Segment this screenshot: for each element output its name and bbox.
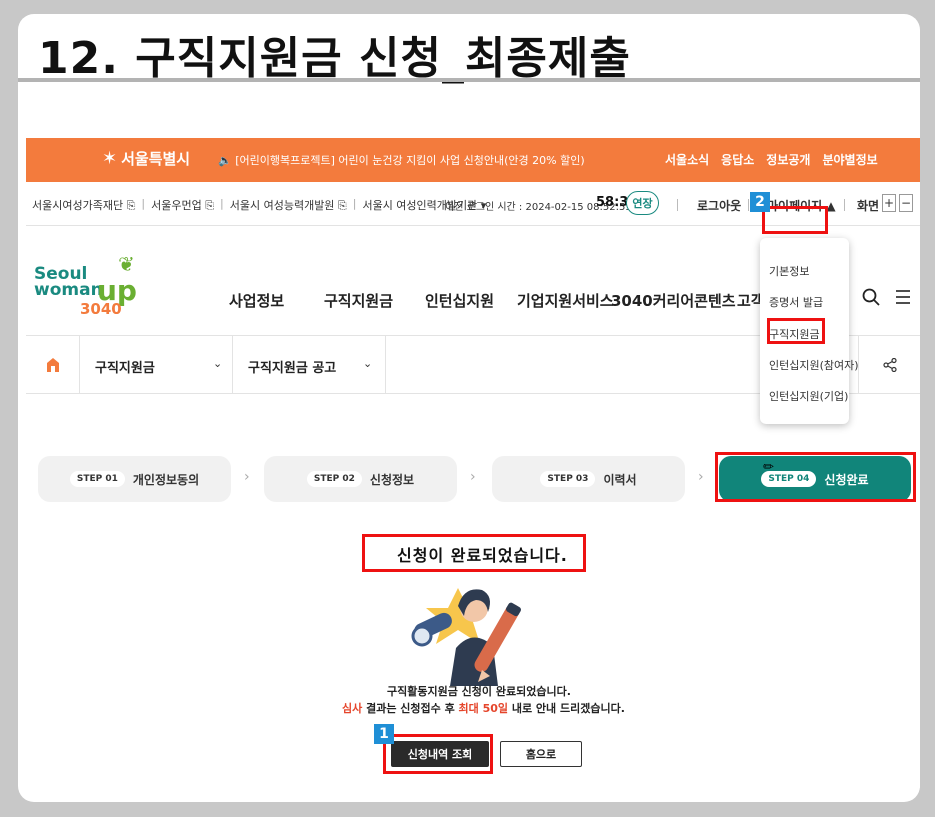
zoom-out-button[interactable]: − [899, 194, 913, 212]
breadcrumb-home[interactable] [26, 336, 80, 394]
nav-item-customer[interactable]: 고객지 [737, 290, 761, 311]
mypage-menu-button[interactable]: 마이페이지 ▲ [767, 197, 836, 214]
completion-message: 신청이 완료되었습니다. [397, 546, 568, 565]
slide-title: 12. 구직지원금 신청_최종제출 [38, 33, 631, 84]
utility-bar: 서울시여성가족재단 ⎘ | 서울우먼업 ⎘ | 서울시 여성능력개발원 ⎘ | … [26, 182, 920, 226]
info-text: 내로 안내 드리겠습니다. [508, 702, 625, 715]
search-icon[interactable] [862, 288, 880, 306]
seoul-symbol-icon: ✶ [102, 148, 118, 169]
top-link-fields[interactable]: 분야별정보 [822, 151, 877, 168]
zoom-in-button[interactable]: + [882, 194, 896, 212]
related-sites: 서울시여성가족재단 ⎘ | 서울우먼업 ⎘ | 서울시 여성능력개발원 ⎘ | … [32, 197, 486, 213]
step-1: STEP 01 개인정보동의 [38, 456, 231, 502]
top-link-eungdapso[interactable]: 응답소 [721, 151, 754, 168]
separator: | [141, 197, 146, 210]
mypage-dropdown: 기본정보 증명서 발급 구직지원금 인턴십지원(참여자) 인턴십지원(기업) [760, 238, 859, 424]
pencil-icon: ✏ [763, 460, 774, 475]
info-line-1: 구직활동지원금 신청이 완료되었습니다. [387, 685, 571, 698]
breadcrumb-level2-label: 구직지원금 공고 [248, 361, 337, 376]
info-line-2: 심사 결과는 신청접수 후 최대 50일 내로 안내 드리겠습니다. [342, 700, 625, 716]
breadcrumb-level1-label: 구직지원금 [95, 361, 155, 376]
dropdown-item-certificate[interactable]: 증명서 발급 [769, 294, 823, 310]
seoul-city-label: 서울특별시 [121, 150, 191, 168]
dropdown-item-intern-company[interactable]: 인턴십지원(기업) [769, 388, 848, 404]
seoul-woman-up-logo[interactable]: ❦ Seoul woman up 3040 [34, 252, 144, 326]
chevron-down-icon: ⌄ [363, 357, 373, 370]
top-link-news[interactable]: 서울소식 [665, 151, 709, 168]
dropdown-item-job-support[interactable]: 구직지원금 [769, 326, 820, 342]
logout-link[interactable]: 로그아웃 [697, 197, 741, 214]
zoom-label: 화면 [857, 199, 880, 213]
nav-item-job-support[interactable]: 구직지원금 [324, 290, 393, 311]
home-icon [46, 358, 59, 372]
step-4-label: 신청완료 [824, 472, 869, 487]
go-home-button[interactable]: 홈으로 [500, 741, 582, 767]
step-marker-2: 2 [750, 192, 770, 212]
info-highlight-days: 최대 50일 [458, 702, 509, 715]
nav-item-internship[interactable]: 인턴십지원 [425, 290, 494, 311]
info-highlight-review: 심사 [342, 702, 363, 715]
view-application-history-button[interactable]: 신청내역 조회 [391, 741, 489, 767]
step-2-badge: STEP 02 [306, 471, 362, 487]
step-4-active: ✏ STEP 04 신청완료 [719, 456, 911, 502]
step-3-label: 이력서 [603, 472, 637, 487]
divider [677, 199, 678, 211]
share-icon [882, 358, 897, 372]
divider [844, 199, 845, 211]
website-screenshot: ✶ 서울특별시 🔈 [어린이행복프로젝트] 어린이 눈건강 지킴이 사업 신청안… [26, 138, 920, 788]
dropdown-item-basic-info[interactable]: 기본정보 [769, 263, 809, 279]
step-3-badge: STEP 03 [540, 471, 596, 487]
separator: | [220, 197, 224, 210]
step-1-badge: STEP 01 [69, 471, 125, 487]
step-arrow-icon: › [698, 469, 704, 485]
seoul-city-logo[interactable]: ✶ 서울특별시 [102, 148, 190, 169]
leaf-icon: ❦ [118, 252, 135, 276]
logo-text-woman: woman [34, 280, 103, 300]
extend-session-button[interactable]: 연장 [626, 191, 659, 215]
nav-item-company-service[interactable]: 기업지원서비스 [517, 290, 614, 311]
slide-card: 12. 구직지원금 신청_최종제출 ✶ 서울특별시 🔈 [어린이행복프로젝트] … [18, 14, 920, 802]
top-link-info[interactable]: 정보공개 [766, 151, 810, 168]
step-marker-1: 1 [374, 724, 394, 744]
step-1-label: 개인정보동의 [132, 472, 200, 487]
site-link-foundation[interactable]: 서울시여성가족재단 ⎘ [32, 197, 135, 213]
step-2-label: 신청정보 [369, 472, 415, 487]
share-button[interactable] [858, 336, 920, 394]
title-divider [18, 78, 920, 82]
top-orange-bar: ✶ 서울특별시 🔈 [어린이행복프로젝트] 어린이 눈건강 지킴이 사업 신청안… [26, 138, 920, 182]
breadcrumb-level2[interactable]: 구직지원금 공고 ⌄ [233, 336, 386, 394]
nav-item-career-content[interactable]: 3040커리어콘텐츠 [611, 290, 736, 311]
chevron-down-icon: ⌄ [213, 357, 223, 370]
step-arrow-icon: › [470, 469, 476, 485]
divider [748, 199, 749, 211]
dropdown-item-intern-participant[interactable]: 인턴십지원(참여자) [769, 357, 859, 373]
separator: | [352, 197, 357, 210]
notice-ticker[interactable]: 🔈 [어린이행복프로젝트] 어린이 눈건강 지킴이 사업 신청안내(안경 20%… [218, 152, 585, 168]
step-3: STEP 03 이력서 [492, 456, 685, 502]
nav-item-business-info[interactable]: 사업정보 [229, 290, 284, 311]
logo-text-3040: 3040 [80, 300, 122, 318]
completion-illustration [411, 588, 521, 686]
breadcrumb-level1[interactable]: 구직지원금 ⌄ [80, 336, 233, 394]
site-link-womanup[interactable]: 서울우먼업 ⎘ [151, 197, 214, 213]
site-link-institute[interactable]: 서울시 여성능력개발원 ⎘ [230, 197, 347, 213]
step-2: STEP 02 신청정보 [264, 456, 457, 502]
step-arrow-icon: › [244, 469, 250, 485]
hamburger-menu-icon[interactable] [895, 289, 911, 305]
top-links: 서울소식 응답소 정보공개 분야별정보 [665, 151, 878, 168]
info-text: 결과는 신청접수 후 [362, 702, 459, 715]
